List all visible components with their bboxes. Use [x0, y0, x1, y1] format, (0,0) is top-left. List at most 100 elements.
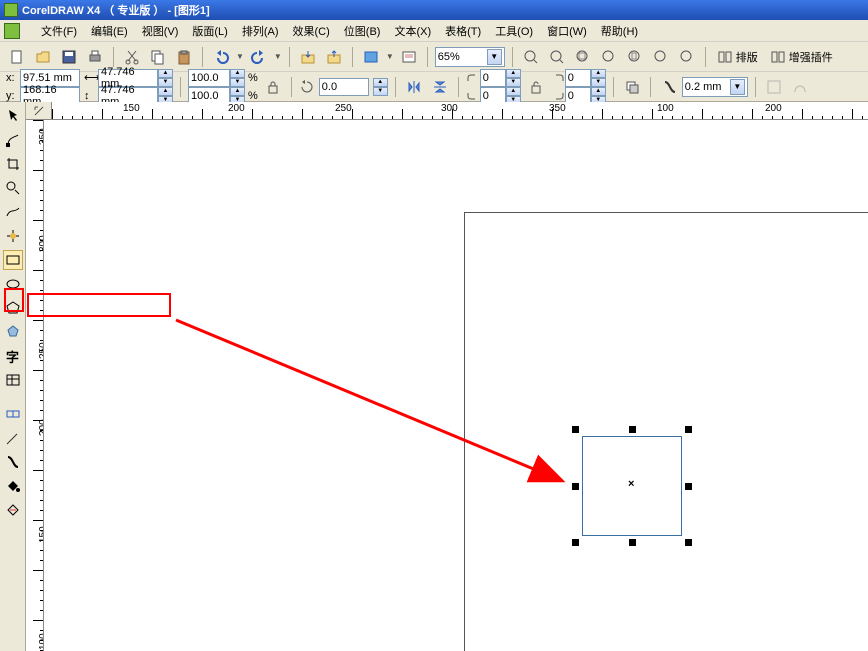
canvas[interactable]: ×	[44, 120, 868, 651]
to-front-button[interactable]	[621, 76, 643, 98]
import-button[interactable]	[297, 46, 319, 68]
menu-arrange[interactable]: 排列(A)	[235, 21, 286, 41]
table-tool[interactable]	[3, 370, 23, 390]
menu-effects[interactable]: 效果(C)	[286, 21, 337, 41]
separator	[352, 47, 353, 67]
welcome-button[interactable]	[398, 46, 420, 68]
pick-tool[interactable]	[3, 106, 23, 126]
copy-button[interactable]	[147, 46, 169, 68]
scalex-input[interactable]: 100.0	[188, 69, 230, 87]
plugin-button[interactable]: 增强插件	[766, 45, 837, 69]
menu-help[interactable]: 帮助(H)	[594, 21, 645, 41]
app-launcher[interactable]	[360, 46, 382, 68]
menu-edit[interactable]: 编辑(E)	[84, 21, 135, 41]
redo-dropdown[interactable]: ▼	[274, 52, 282, 61]
undo-button[interactable]	[210, 46, 232, 68]
corner-tl-spinner[interactable]: ▲▼	[506, 69, 521, 87]
rectangle-tool[interactable]: 矩形(R) F6 3 点矩形(3)	[3, 250, 23, 270]
lock-icon	[265, 79, 281, 95]
separator	[180, 77, 181, 97]
handle-nw[interactable]	[572, 426, 579, 433]
handle-sw[interactable]	[572, 539, 579, 546]
fill-tool[interactable]	[3, 476, 23, 496]
angle-spinner[interactable]: ▲▼	[373, 78, 388, 96]
bl-corner-icon	[466, 91, 480, 101]
mirror-v-button[interactable]	[429, 76, 451, 98]
print-button[interactable]	[84, 46, 106, 68]
fill-icon	[5, 478, 21, 494]
corner-tr-spinner[interactable]: ▲▼	[591, 69, 606, 87]
plugin-label: 增强插件	[789, 49, 833, 65]
zoom-tool[interactable]	[3, 178, 23, 198]
smart-fill-tool[interactable]	[3, 226, 23, 246]
typeset-button[interactable]: 排版	[713, 45, 762, 69]
outline-width-select[interactable]: 0.2 mm ▼	[682, 77, 748, 97]
menu-view[interactable]: 视图(V)	[135, 21, 186, 41]
outline-tool[interactable]	[3, 452, 23, 472]
width-spinner[interactable]: ▲▼	[158, 69, 173, 87]
mirror-v-icon	[432, 79, 448, 95]
menu-bitmap[interactable]: 位图(B)	[337, 21, 388, 41]
ruler-origin[interactable]	[26, 102, 52, 120]
eyedrop-icon	[5, 430, 21, 446]
zoom-in-button[interactable]	[520, 46, 542, 68]
content-column: 150200250300350100200 350300250200150100…	[26, 102, 868, 651]
paste-button[interactable]	[173, 46, 195, 68]
zoom-select[interactable]: 65% ▼	[435, 47, 505, 67]
open-button[interactable]	[32, 46, 54, 68]
scale-group: 100.0▲▼% 100.0▲▼%	[188, 69, 258, 105]
new-button[interactable]	[6, 46, 28, 68]
separator	[395, 77, 396, 97]
lock-ratio-button[interactable]	[262, 76, 284, 98]
selection-center[interactable]: ×	[628, 478, 634, 490]
crop-tool[interactable]	[3, 154, 23, 174]
zoom-width-button[interactable]	[650, 46, 672, 68]
handle-s[interactable]	[629, 539, 636, 546]
freehand-tool[interactable]	[3, 202, 23, 222]
menu-window[interactable]: 窗口(W)	[540, 21, 594, 41]
interactive-tool[interactable]	[3, 404, 23, 424]
ruler-horizontal[interactable]: 150200250300350100200	[52, 102, 868, 120]
menu-tools[interactable]: 工具(O)	[488, 21, 540, 41]
eyedropper-tool[interactable]	[3, 428, 23, 448]
handle-ne[interactable]	[685, 426, 692, 433]
zoom-icon	[5, 180, 21, 196]
handle-e[interactable]	[685, 483, 692, 490]
shape-tool[interactable]	[3, 130, 23, 150]
menu-file[interactable]: 文件(F)	[34, 21, 84, 41]
handle-se[interactable]	[685, 539, 692, 546]
corner-lock-button[interactable]	[525, 76, 547, 98]
scalex-spinner[interactable]: ▲▼	[230, 69, 245, 87]
text-tool[interactable]: 字	[3, 346, 23, 366]
ruler-vertical[interactable]: 350300250200150100	[26, 120, 44, 651]
new-icon	[9, 49, 25, 65]
mirror-h-button[interactable]	[403, 76, 425, 98]
save-button[interactable]	[58, 46, 80, 68]
handle-w[interactable]	[572, 483, 579, 490]
handle-n[interactable]	[629, 426, 636, 433]
wrap-text-button[interactable]	[763, 76, 785, 98]
corner-tr-input[interactable]: 0	[565, 69, 591, 87]
menu-table[interactable]: 表格(T)	[438, 21, 488, 41]
cut-icon	[124, 49, 140, 65]
angle-input[interactable]: 0.0	[319, 78, 369, 96]
basic-shapes-tool[interactable]	[3, 322, 23, 342]
app-dropdown[interactable]: ▼	[386, 52, 394, 61]
zoom-height-button[interactable]	[676, 46, 698, 68]
redo-button[interactable]	[248, 46, 270, 68]
interactive-fill-tool[interactable]	[3, 500, 23, 520]
corner-tl-input[interactable]: 0	[480, 69, 506, 87]
zoom-selection-button[interactable]	[572, 46, 594, 68]
menu-layout[interactable]: 版面(L)	[185, 21, 234, 41]
zoom-out-button[interactable]	[546, 46, 568, 68]
menu-text[interactable]: 文本(X)	[387, 21, 438, 41]
zoom-page-button[interactable]	[624, 46, 646, 68]
wrap-icon	[766, 79, 782, 95]
export-button[interactable]	[323, 46, 345, 68]
cut-button[interactable]	[121, 46, 143, 68]
undo-dropdown[interactable]: ▼	[236, 52, 244, 61]
zoom-all-button[interactable]	[598, 46, 620, 68]
shapes-icon	[5, 324, 21, 340]
convert-curve-button[interactable]	[789, 76, 811, 98]
br-corner-icon	[551, 91, 565, 101]
